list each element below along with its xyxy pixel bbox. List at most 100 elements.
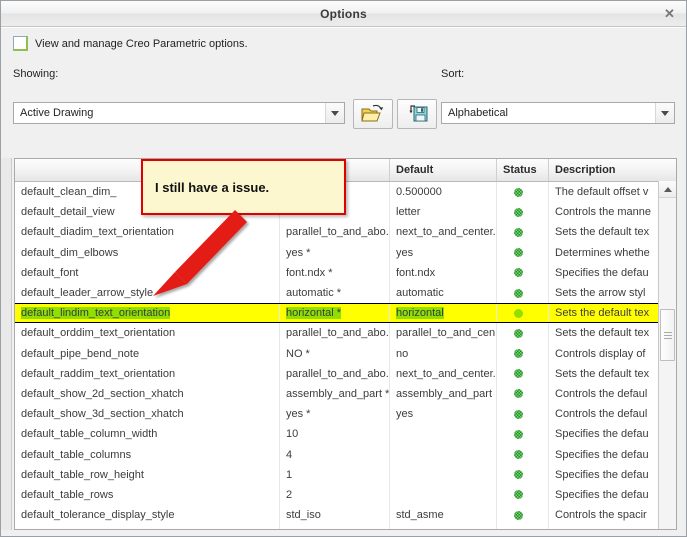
cell-name-text: default_table_rows bbox=[21, 488, 114, 501]
cell-status bbox=[497, 222, 549, 243]
table-row[interactable]: default_leader_arrow_style automatic * aut… bbox=[15, 282, 676, 304]
chevron-down-icon[interactable] bbox=[325, 103, 344, 123]
left-rail bbox=[1, 158, 12, 530]
showing-dropdown-value: Active Drawing bbox=[20, 107, 94, 119]
cell-default-text: next_to_and_center... bbox=[396, 226, 497, 239]
scroll-up-arrow-icon[interactable] bbox=[659, 181, 676, 198]
table-row[interactable]: default_show_2d_section_xhatch assembly_a… bbox=[15, 383, 676, 405]
status-enabled-icon bbox=[514, 510, 523, 520]
cell-value: parallel_to_and_abo... bbox=[280, 363, 390, 384]
cell-value-text: 2 bbox=[286, 488, 293, 501]
scrollbar-grip-icon bbox=[663, 331, 672, 339]
table-row[interactable]: default_show_3d_section_xhatch yes * yes Co… bbox=[15, 404, 676, 425]
chevron-down-icon[interactable] bbox=[655, 103, 674, 123]
table-row[interactable]: default_table_columns 4 Specifies the defa… bbox=[15, 444, 676, 465]
cell-description-text: Controls the defaul bbox=[555, 408, 648, 421]
close-button[interactable]: ✕ bbox=[661, 5, 678, 22]
cell-description-text: Specifies the defau bbox=[555, 448, 649, 461]
cell-description-text: Controls the manne bbox=[555, 206, 651, 219]
save-config-file-button[interactable] bbox=[397, 99, 437, 129]
status-enabled-icon bbox=[514, 470, 523, 480]
cell-description-text: Controls the spacir bbox=[555, 509, 647, 522]
cell-value: std_iso bbox=[280, 505, 390, 526]
table-row[interactable]: default_tolerance_display_style std_iso st… bbox=[15, 505, 676, 526]
cell-value: parallel_to_and_abo... bbox=[280, 323, 390, 344]
table-row[interactable]: default_tolerance_modenominal *nominal Se… bbox=[15, 525, 676, 529]
cell-default bbox=[390, 424, 497, 445]
cell-name: default_dim_elbows bbox=[15, 242, 280, 263]
cell-status bbox=[497, 424, 549, 445]
sort-dropdown[interactable]: Alphabetical bbox=[441, 102, 675, 124]
table-row[interactable]: default_table_row_height 1 Specifies the d… bbox=[15, 464, 676, 485]
cell-default-text: 0.500000 bbox=[396, 186, 442, 199]
empty-checkbox-icon[interactable] bbox=[13, 36, 28, 51]
cell-description: Determines whethe bbox=[549, 243, 676, 263]
status-enabled-icon bbox=[514, 288, 523, 298]
cell-default: std_asme bbox=[390, 505, 497, 526]
cell-name-text: default_orddim_text_orientation bbox=[21, 327, 176, 340]
cell-name: default_leader_arrow_style bbox=[15, 282, 280, 304]
table-row[interactable]: default_table_rows 2 Specifies the defau bbox=[15, 484, 676, 505]
cell-name: default_tolerance_display_style bbox=[15, 505, 280, 526]
cell-description: Controls the spacir bbox=[549, 505, 676, 525]
status-enabled-icon bbox=[514, 187, 523, 197]
cell-description: Sets the default tol bbox=[549, 525, 676, 529]
cell-default: no bbox=[390, 343, 497, 364]
cell-description-text: Sets the default tex bbox=[555, 327, 650, 340]
cell-value-text: parallel_to_and_abo... bbox=[286, 367, 390, 380]
cell-description-text: Sets the default tex bbox=[555, 307, 650, 320]
showing-dropdown[interactable]: Active Drawing bbox=[13, 102, 345, 124]
table-row[interactable]: default_font font.ndx * font.ndx Specifies … bbox=[15, 262, 676, 283]
cell-description: The default offset v bbox=[549, 182, 676, 202]
status-enabled-icon bbox=[514, 490, 523, 500]
vertical-scrollbar[interactable] bbox=[658, 181, 676, 529]
cell-name-text: default_table_columns bbox=[21, 448, 132, 461]
column-header-status[interactable]: Status bbox=[497, 159, 549, 181]
cell-description: Specifies the defau bbox=[549, 485, 676, 505]
table-row[interactable]: default_table_column_width 10 Specifies th… bbox=[15, 424, 676, 445]
scrollbar-thumb[interactable] bbox=[660, 309, 675, 361]
cell-value-text: font.ndx * bbox=[286, 266, 333, 279]
cell-status bbox=[497, 343, 549, 364]
table-row[interactable]: default_dim_elbows yes * yes Determines whe… bbox=[15, 242, 676, 263]
cell-value: nominal * bbox=[280, 525, 390, 529]
table-row[interactable]: default_orddim_text_orientation parallel_… bbox=[15, 323, 676, 344]
status-enabled-icon bbox=[514, 429, 523, 439]
cell-description: Sets the default tex bbox=[549, 222, 676, 242]
cell-name: default_orddim_text_orientation bbox=[15, 323, 280, 344]
options-dialog: Options ✕ View and manage Creo Parametri… bbox=[0, 0, 687, 537]
cell-name-text: default_detail_view bbox=[21, 206, 115, 219]
cell-name-text: default_leader_arrow_style bbox=[21, 287, 154, 300]
status-enabled-icon bbox=[514, 389, 523, 399]
table-row[interactable]: default_raddim_text_orientation parallel_… bbox=[15, 363, 676, 384]
sort-dropdown-value: Alphabetical bbox=[448, 107, 508, 119]
cell-status bbox=[497, 323, 549, 344]
cell-description-text: Controls display of bbox=[555, 347, 646, 360]
cell-name-text: default_clean_dim_ bbox=[21, 186, 117, 199]
cell-default-text: yes bbox=[396, 246, 414, 259]
cell-description: Sets the default tex bbox=[549, 303, 676, 324]
cell-name-text: default_pipe_bend_note bbox=[21, 347, 140, 360]
cell-name: default_table_row_height bbox=[15, 464, 280, 485]
cell-name-text: default_show_2d_section_xhatch bbox=[21, 387, 184, 400]
cell-value: 10 bbox=[280, 424, 390, 445]
column-header-description[interactable]: Description bbox=[549, 159, 676, 181]
table-row[interactable]: default_diadim_text_orientation parallel_… bbox=[15, 222, 676, 243]
dialog-body: View and manage Creo Parametric options.… bbox=[1, 27, 686, 536]
cell-default-text: font.ndx bbox=[396, 266, 436, 279]
cell-default-text: parallel_to_and_cen... bbox=[396, 327, 497, 340]
cell-name-text: default_table_column_width bbox=[21, 428, 158, 441]
cell-description-text: Determines whethe bbox=[555, 246, 650, 259]
open-config-file-button[interactable] bbox=[353, 99, 393, 129]
annotation-callout: I still have a issue. bbox=[141, 159, 346, 215]
table-row[interactable]: default_lindim_text_orientation horizonta… bbox=[15, 303, 676, 324]
cell-description: Sets the default tex bbox=[549, 364, 676, 384]
cell-default: yes bbox=[390, 404, 497, 425]
cell-name: default_show_2d_section_xhatch bbox=[15, 383, 280, 405]
cell-value: yes * bbox=[280, 404, 390, 425]
cell-value-text: NO * bbox=[286, 347, 310, 360]
cell-name: default_table_rows bbox=[15, 484, 280, 505]
column-header-default[interactable]: Default bbox=[390, 159, 497, 181]
cell-name: default_show_3d_section_xhatch bbox=[15, 404, 280, 425]
table-row[interactable]: default_pipe_bend_note NO * no Controls dis… bbox=[15, 343, 676, 364]
